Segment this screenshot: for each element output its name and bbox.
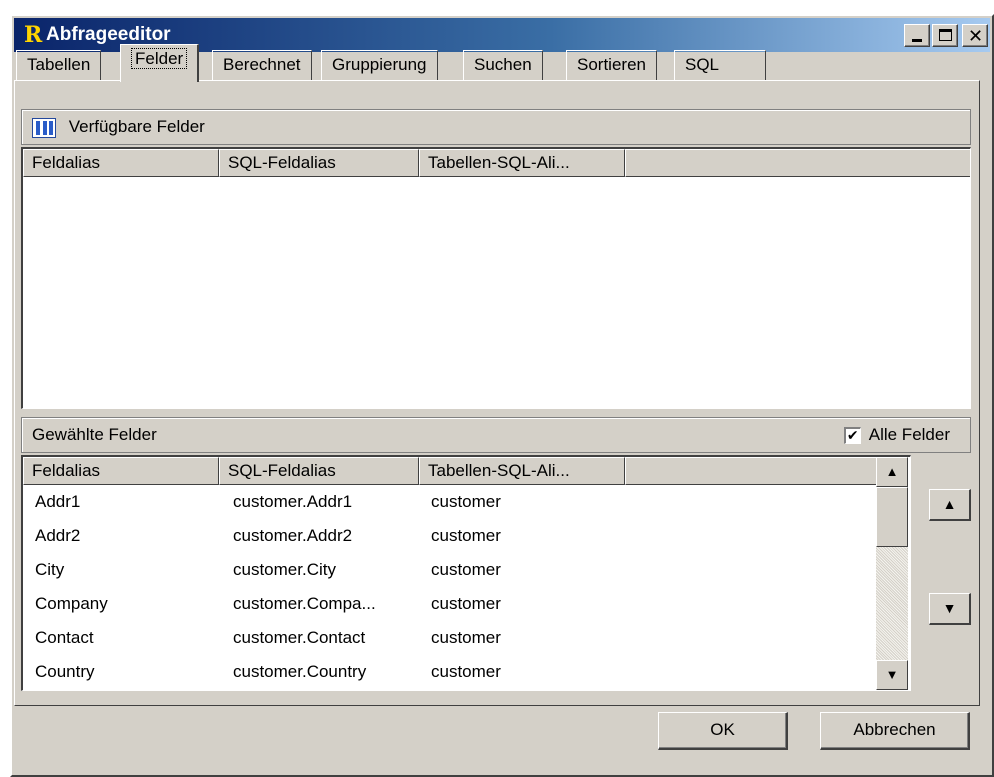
selected-fields-title: Gewählte Felder	[32, 425, 157, 444]
close-icon: ✕	[968, 26, 984, 46]
move-down-button[interactable]: ▼	[929, 593, 971, 625]
cell-sql-feldalias: customer.Addr1	[233, 492, 353, 511]
available-list-header: Feldalias SQL-Feldalias Tabellen-SQL-Ali…	[23, 149, 970, 177]
arrow-down-icon: ▼	[885, 667, 899, 682]
table-row[interactable]: Contact customer.Contact customer	[23, 621, 910, 655]
available-fields-header: Verfügbare Felder	[21, 109, 971, 145]
move-up-button[interactable]: ▲	[929, 489, 971, 521]
minimize-icon	[912, 39, 922, 42]
table-row[interactable]: Addr1 customer.Addr1 customer	[23, 485, 910, 519]
cell-feldalias: Addr1	[35, 492, 81, 511]
tab-berechnet[interactable]: Berechnet	[212, 50, 312, 80]
cell-feldalias: City	[35, 560, 65, 579]
cell-sql-feldalias: customer.Contact	[233, 628, 366, 647]
tab-strip: Tabellen Felder Berechnet Gruppierung Su…	[16, 44, 776, 82]
all-fields-checkbox[interactable]: ✔ Alle Felder	[843, 418, 950, 452]
tab-felder[interactable]: Felder	[120, 44, 200, 82]
cancel-button[interactable]: Abbrechen	[820, 712, 970, 750]
selected-list-header: Feldalias SQL-Feldalias Tabellen-SQL-Ali…	[23, 457, 877, 485]
tab-sortieren[interactable]: Sortieren	[566, 50, 657, 80]
cell-feldalias: Addr2	[35, 526, 81, 545]
arrow-up-icon: ▲	[885, 464, 899, 479]
minimize-button[interactable]	[904, 24, 930, 47]
table-row[interactable]: City customer.City customer	[23, 553, 910, 587]
selected-rows: Addr1 customer.Addr1 customer Addr2 cust…	[23, 485, 910, 689]
window-title: Abfrageeditor	[46, 24, 171, 45]
tab-label: Sortieren	[577, 55, 646, 74]
cell-table-alias: customer	[431, 560, 501, 579]
tab-label: Tabellen	[27, 55, 91, 74]
checkbox-checked-icon[interactable]: ✔	[843, 427, 861, 445]
column-header-empty[interactable]	[625, 149, 970, 177]
column-header-sql-feldalias[interactable]: SQL-Feldalias	[219, 457, 419, 485]
cell-sql-feldalias: customer.Compa...	[233, 594, 376, 613]
tab-gruppierung[interactable]: Gruppierung	[321, 50, 438, 80]
maximize-button[interactable]	[932, 24, 958, 47]
felder-tab-page: Verfügbare Felder Feldalias SQL-Feldalia…	[14, 80, 980, 706]
selected-fields-header: Gewählte Felder ✔ Alle Felder	[21, 417, 971, 453]
column-header-tabellen-sql-alias[interactable]: Tabellen-SQL-Ali...	[419, 149, 625, 177]
tab-label: Berechnet	[223, 55, 301, 74]
available-fields-title: Verfügbare Felder	[68, 117, 205, 136]
cell-sql-feldalias: customer.Addr2	[233, 526, 353, 545]
cell-sql-feldalias: customer.Country	[233, 662, 367, 681]
tab-label: Suchen	[474, 55, 532, 74]
available-fields-list[interactable]: Feldalias SQL-Feldalias Tabellen-SQL-Ali…	[21, 147, 971, 409]
close-button[interactable]: ✕	[962, 24, 988, 47]
tab-sql[interactable]: SQL	[674, 50, 766, 80]
tab-tabellen[interactable]: Tabellen	[16, 50, 102, 80]
vertical-scrollbar[interactable]: ▲ ▼	[876, 457, 908, 690]
arrow-down-icon: ▼	[942, 600, 957, 616]
cell-table-alias: customer	[431, 662, 501, 681]
arrow-up-icon: ▲	[942, 496, 957, 512]
scroll-up-button[interactable]: ▲	[876, 457, 908, 487]
tab-label: Gruppierung	[332, 55, 427, 74]
cell-table-alias: customer	[431, 628, 501, 647]
tab-suchen[interactable]: Suchen	[463, 50, 543, 80]
all-fields-label: Alle Felder	[868, 425, 950, 444]
cell-table-alias: customer	[431, 526, 501, 545]
cell-feldalias: Contact	[35, 628, 94, 647]
column-header-sql-feldalias[interactable]: SQL-Feldalias	[219, 149, 419, 177]
scroll-down-button[interactable]: ▼	[876, 660, 908, 690]
cell-feldalias: Country	[35, 662, 95, 681]
ok-button[interactable]: OK	[658, 712, 788, 750]
column-header-feldalias[interactable]: Feldalias	[23, 149, 219, 177]
table-row[interactable]: Addr2 customer.Addr2 customer	[23, 519, 910, 553]
table-row[interactable]: Country customer.Country customer	[23, 655, 910, 689]
column-header-feldalias[interactable]: Feldalias	[23, 457, 219, 485]
column-header-empty[interactable]	[625, 457, 877, 485]
fields-table-icon	[32, 117, 56, 138]
maximize-icon	[939, 29, 952, 41]
column-header-tabellen-sql-alias[interactable]: Tabellen-SQL-Ali...	[419, 457, 625, 485]
tab-label: SQL	[685, 55, 720, 74]
selected-fields-list[interactable]: Feldalias SQL-Feldalias Tabellen-SQL-Ali…	[21, 455, 911, 691]
table-row[interactable]: Company customer.Compa... customer	[23, 587, 910, 621]
cell-sql-feldalias: customer.City	[233, 560, 336, 579]
cell-feldalias: Company	[35, 594, 108, 613]
tab-label: Felder	[131, 48, 188, 69]
cell-table-alias: customer	[431, 492, 501, 511]
scroll-thumb[interactable]	[876, 487, 908, 547]
cell-table-alias: customer	[431, 594, 501, 613]
